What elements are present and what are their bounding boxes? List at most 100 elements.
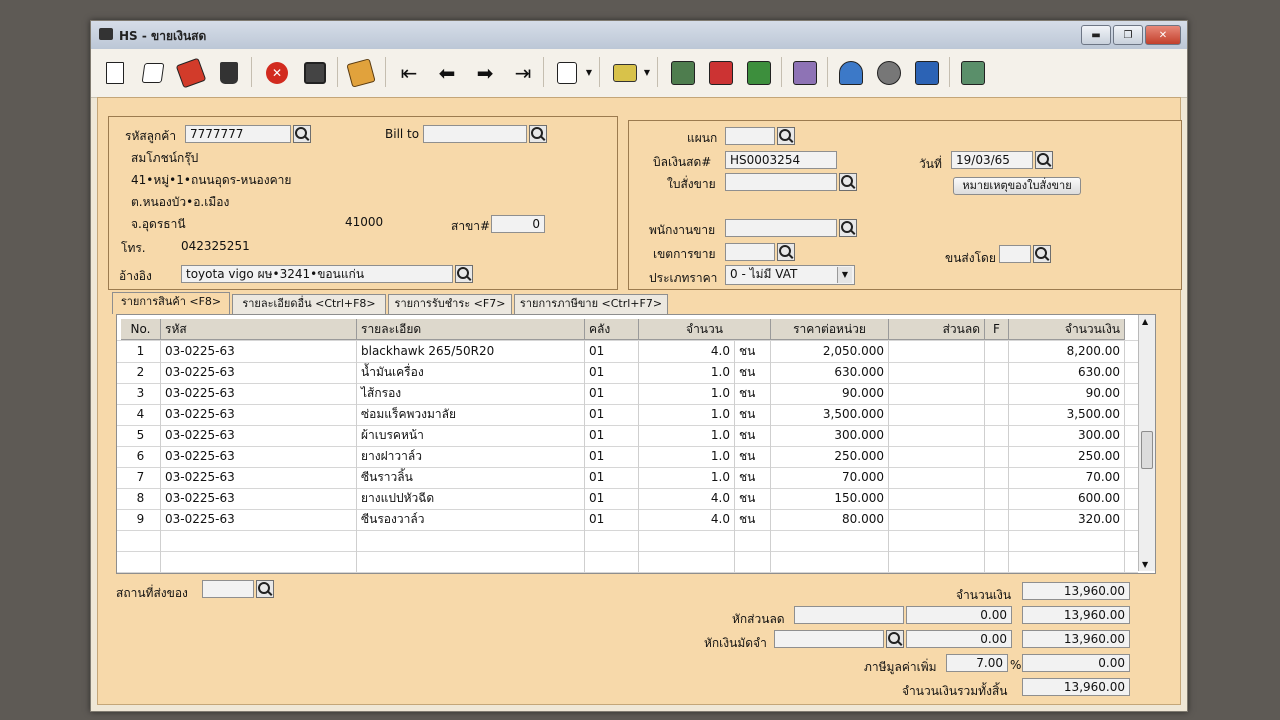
delivery-place-search-button[interactable] [256,580,274,598]
cell-unit-price[interactable]: 3,500.000 [771,404,889,425]
deposit-value-field[interactable]: 0.00 [906,630,1012,648]
shipped-by-search-button[interactable] [1033,245,1051,263]
column-header-amount[interactable]: จำนวนเงิน [1009,319,1125,340]
cell-description[interactable]: blackhawk 265/50R20 [357,341,585,362]
vat-rate-field[interactable]: 7.00 [946,654,1008,672]
cell-quantity[interactable]: 4.0 [639,488,735,509]
tab-items[interactable]: รายการสินค้า <F8> [112,292,230,314]
column-header-unit-price[interactable]: ราคาต่อหน่วย [771,319,889,340]
table-row[interactable]: 9 03-0225-63 ซีนรองวาล์ว 01 4.0 ชน 80.000 320.0… [117,509,1138,531]
cell-warehouse[interactable]: 01 [585,425,639,446]
cell-code[interactable]: 03-0225-63 [161,362,357,383]
cell-discount[interactable] [889,530,985,551]
cell-code[interactable]: 03-0225-63 [161,446,357,467]
next-record-icon[interactable]: ➡ [469,57,501,89]
cell-no[interactable]: 1 [121,341,161,362]
column-header-code[interactable]: รหัส [161,319,357,340]
cell-description[interactable]: ซ่อมแร็คพวงมาลัย [357,404,585,425]
cell-discount[interactable] [889,383,985,404]
cell-warehouse[interactable]: 01 [585,509,639,530]
cell-amount[interactable]: 600.00 [1009,488,1125,509]
cell-quantity[interactable]: 1.0 [639,383,735,404]
cell-no[interactable]: 7 [121,467,161,488]
cell-quantity[interactable]: 4.0 [639,509,735,530]
cell-quantity[interactable] [639,530,735,551]
cell-unit[interactable]: ชน [735,362,771,383]
table-row[interactable]: 6 03-0225-63 ยางฝาวาล์ว 01 1.0 ชน 250.000 250.0… [117,446,1138,468]
cell-quantity[interactable]: 1.0 [639,404,735,425]
cell-unit-price[interactable]: 250.000 [771,446,889,467]
cell-quantity[interactable]: 1.0 [639,425,735,446]
edit-icon[interactable] [137,57,169,89]
new-document-icon[interactable] [99,57,131,89]
cell-amount[interactable]: 8,200.00 [1009,341,1125,362]
export-icon[interactable] [957,57,989,89]
cell-no[interactable]: 9 [121,509,161,530]
scroll-down-icon[interactable]: ▼ [1142,560,1148,569]
edit-red-icon[interactable] [175,57,207,89]
table-row[interactable]: 7 03-0225-63 ซีนราวลิ้น 01 1.0 ชน 70.000 70.00 [117,467,1138,489]
cell-description[interactable]: ซีนราวลิ้น [357,467,585,488]
column-header-no[interactable]: No. [121,319,161,340]
column-header-discount[interactable]: ส่วนลด [889,319,985,340]
cell-discount[interactable] [889,362,985,383]
cell-quantity[interactable]: 1.0 [639,362,735,383]
cell-discount[interactable] [889,488,985,509]
cell-unit-price[interactable] [771,551,889,572]
cell-flag[interactable] [985,467,1009,488]
cell-unit-price[interactable]: 80.000 [771,509,889,530]
search-document-icon[interactable]: ▼ [551,57,592,89]
cell-amount[interactable]: 90.00 [1009,383,1125,404]
deposit-text-field[interactable] [774,630,884,648]
ok-blue-icon[interactable] [911,57,943,89]
sales-order-note-button[interactable]: หมายเหตุของใบสั่งขาย [953,177,1081,195]
cell-unit[interactable] [735,551,771,572]
cell-no[interactable]: 8 [121,488,161,509]
column-header-warehouse[interactable]: คลัง [585,319,639,340]
cell-no[interactable]: 5 [121,425,161,446]
shipped-by-field[interactable] [999,245,1031,263]
tab-sales-tax[interactable]: รายการภาษีขาย <Ctrl+F7> [514,294,668,314]
cell-warehouse[interactable]: 01 [585,404,639,425]
cell-code[interactable] [161,551,357,572]
grid-vertical-scrollbar[interactable]: ▲ ▼ [1138,315,1155,571]
cell-no[interactable] [121,551,161,572]
tab-other-details[interactable]: รายละเอียดอื่น <Ctrl+F8> [232,294,386,314]
cell-amount[interactable] [1009,551,1125,572]
report-icon[interactable] [667,57,699,89]
delivery-place-field[interactable] [202,580,254,598]
cell-unit[interactable]: ชน [735,488,771,509]
cell-warehouse[interactable] [585,551,639,572]
cell-unit[interactable]: ชน [735,425,771,446]
cell-flag[interactable] [985,425,1009,446]
cell-amount[interactable]: 70.00 [1009,467,1125,488]
cell-unit-price[interactable]: 300.000 [771,425,889,446]
sales-order-field[interactable] [725,173,837,191]
close-button[interactable]: ✕ [1145,25,1181,45]
cell-warehouse[interactable]: 01 [585,383,639,404]
customer-code-field[interactable]: 7777777 [185,125,291,143]
table-row[interactable]: 3 03-0225-63 ไส้กรอง 01 1.0 ชน 90.000 90.00 [117,383,1138,405]
cell-amount[interactable]: 250.00 [1009,446,1125,467]
salesperson-field[interactable] [725,219,837,237]
cell-code[interactable]: 03-0225-63 [161,467,357,488]
stamp-icon[interactable] [345,57,377,89]
cell-discount[interactable] [889,467,985,488]
table-row[interactable]: 1 03-0225-63 blackhawk 265/50R20 01 4.0 ชน 2,0… [117,341,1138,363]
print-icon[interactable]: ▼ [609,57,650,89]
cell-unit[interactable]: ชน [735,509,771,530]
deposit-search-button[interactable] [886,630,904,648]
cell-warehouse[interactable] [585,530,639,551]
cell-description[interactable] [357,551,585,572]
sales-order-search-button[interactable] [839,173,857,191]
table-row[interactable]: 2 03-0225-63 น้ำมันเครื่อง 01 1.0 ชน 630.000 63… [117,362,1138,384]
cell-flag[interactable] [985,341,1009,362]
reference-search-button[interactable] [455,265,473,283]
cell-flag[interactable] [985,362,1009,383]
price-type-select[interactable]: 0 - ไม่มี VAT ▼ [725,265,855,285]
cell-flag[interactable] [985,404,1009,425]
cell-amount[interactable]: 630.00 [1009,362,1125,383]
approve-icon[interactable] [835,57,867,89]
cell-unit-price[interactable]: 2,050.000 [771,341,889,362]
cell-quantity[interactable]: 1.0 [639,446,735,467]
